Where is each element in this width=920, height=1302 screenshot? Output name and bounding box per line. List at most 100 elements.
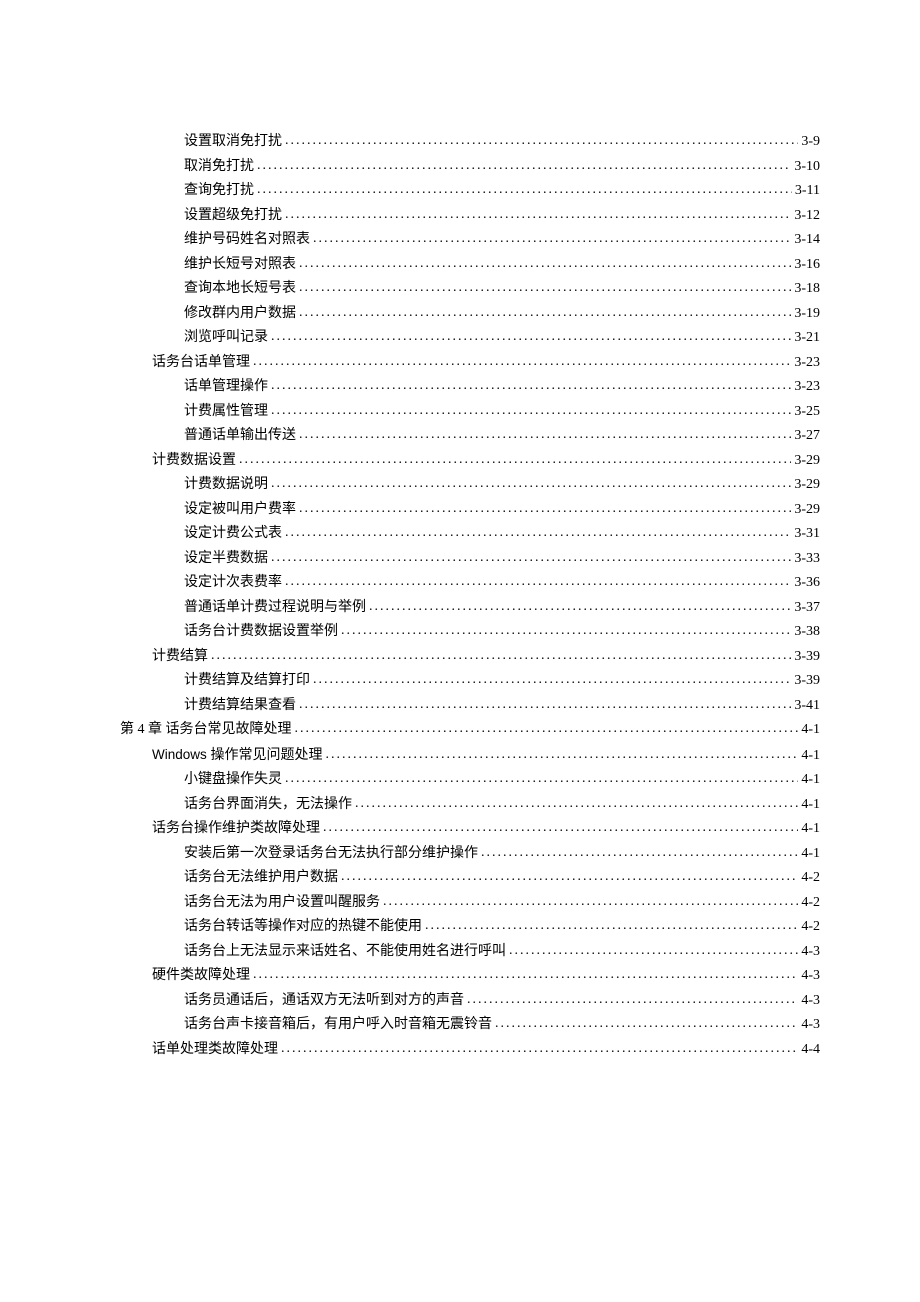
toc-entry[interactable]: 小键盘操作失灵 4-1 (120, 768, 820, 793)
toc-entry[interactable]: 话务台计费数据设置举例 3-38 (120, 620, 820, 645)
toc-page-number: 4-4 (801, 1038, 820, 1063)
toc-leader (285, 768, 798, 784)
toc-page-number: 3-9 (801, 130, 820, 155)
table-of-contents: 设置取消免打扰 3-9取消免打扰 3-10查询免打扰 3-11设置超级免打扰 3… (120, 130, 820, 1062)
toc-entry[interactable]: 计费结算 3-39 (120, 645, 820, 670)
toc-entry[interactable]: 话务台无法维护用户数据 4-2 (120, 866, 820, 891)
toc-entry[interactable]: 设定计费公式表 3-31 (120, 522, 820, 547)
toc-page-number: 3-36 (794, 571, 820, 596)
toc-entry[interactable]: 设置超级免打扰 3-12 (120, 204, 820, 229)
toc-title: 查询免打扰 (184, 179, 254, 204)
toc-leader (257, 179, 792, 195)
toc-title: 话务台话单管理 (152, 351, 250, 376)
toc-leader (271, 400, 791, 416)
toc-title: 设置超级免打扰 (184, 204, 282, 229)
toc-page-number: 3-37 (794, 596, 820, 621)
toc-page-number: 4-1 (801, 768, 820, 793)
toc-entry[interactable]: 第 4 章 话务台常见故障处理 4-1 (120, 718, 820, 743)
toc-title: 设定计费公式表 (184, 522, 282, 547)
toc-page-number: 3-33 (794, 547, 820, 572)
toc-page-number: 3-12 (794, 204, 820, 229)
toc-leader (257, 155, 791, 171)
toc-entry[interactable]: 安装后第一次登录话务台无法执行部分维护操作 4-1 (120, 842, 820, 867)
toc-page-number: 3-14 (794, 228, 820, 253)
toc-title: 小键盘操作失灵 (184, 768, 282, 793)
toc-leader (299, 277, 791, 293)
toc-page-number: 4-1 (801, 817, 820, 842)
toc-leader (299, 253, 791, 269)
toc-leader (481, 842, 798, 858)
toc-page-number: 4-3 (801, 964, 820, 989)
toc-leader (313, 228, 791, 244)
toc-entry[interactable]: 修改群内用户数据 3-19 (120, 302, 820, 327)
toc-entry[interactable]: 维护长短号对照表 3-16 (120, 253, 820, 278)
toc-page-number: 3-27 (794, 424, 820, 449)
toc-entry[interactable]: 设定被叫用户费率 3-29 (120, 498, 820, 523)
toc-entry[interactable]: 设定计次表费率 3-36 (120, 571, 820, 596)
toc-entry[interactable]: 硬件类故障处理 4-3 (120, 964, 820, 989)
toc-title: 话务台转话等操作对应的热键不能使用 (184, 915, 422, 940)
toc-title: 查询本地长短号表 (184, 277, 296, 302)
toc-leader (271, 473, 791, 489)
toc-title: Windows 操作常见问题处理 (152, 743, 323, 769)
toc-entry[interactable]: 计费属性管理 3-25 (120, 400, 820, 425)
toc-title: 修改群内用户数据 (184, 302, 296, 327)
toc-entry[interactable]: 查询本地长短号表 3-18 (120, 277, 820, 302)
toc-title: 计费数据说明 (184, 473, 268, 498)
toc-title: 话单管理操作 (184, 375, 268, 400)
toc-leader (253, 351, 791, 367)
toc-page-number: 4-2 (801, 915, 820, 940)
toc-title: 设定被叫用户费率 (184, 498, 296, 523)
toc-title: 话单处理类故障处理 (152, 1038, 278, 1063)
toc-leader (211, 645, 791, 661)
toc-leader (313, 669, 791, 685)
toc-title: 普通话单输出传送 (184, 424, 296, 449)
toc-leader (271, 326, 791, 342)
toc-page-number: 3-25 (794, 400, 820, 425)
toc-entry[interactable]: 查询免打扰 3-11 (120, 179, 820, 204)
toc-page-number: 3-38 (794, 620, 820, 645)
toc-entry[interactable]: 话务台上无法显示来话姓名、不能使用姓名进行呼叫 4-3 (120, 940, 820, 965)
toc-leader (271, 547, 791, 563)
toc-leader (253, 964, 798, 980)
toc-entry[interactable]: 维护号码姓名对照表 3-14 (120, 228, 820, 253)
toc-entry[interactable]: 话务员通话后，通话双方无法听到对方的声音 4-3 (120, 989, 820, 1014)
toc-entry[interactable]: 话务台转话等操作对应的热键不能使用 4-2 (120, 915, 820, 940)
toc-leader (299, 694, 791, 710)
toc-entry[interactable]: 话单管理操作 3-23 (120, 375, 820, 400)
toc-entry[interactable]: 话务台话单管理 3-23 (120, 351, 820, 376)
toc-entry[interactable]: 浏览呼叫记录 3-21 (120, 326, 820, 351)
toc-entry[interactable]: Windows 操作常见问题处理 4-1 (120, 743, 820, 769)
toc-title: 计费结算及结算打印 (184, 669, 310, 694)
toc-entry[interactable]: 话单处理类故障处理 4-4 (120, 1038, 820, 1063)
toc-entry[interactable]: 普通话单计费过程说明与举例 3-37 (120, 596, 820, 621)
toc-entry[interactable]: 计费结算及结算打印 3-39 (120, 669, 820, 694)
toc-page-number: 3-41 (794, 694, 820, 719)
toc-entry[interactable]: 话务台界面消失，无法操作 4-1 (120, 793, 820, 818)
toc-entry[interactable]: 计费数据说明 3-29 (120, 473, 820, 498)
toc-leader (509, 940, 798, 956)
toc-title: 话务台计费数据设置举例 (184, 620, 338, 645)
toc-title: 话务台无法维护用户数据 (184, 866, 338, 891)
toc-title: 话务台界面消失，无法操作 (184, 793, 352, 818)
toc-entry[interactable]: 普通话单输出传送 3-27 (120, 424, 820, 449)
toc-entry[interactable]: 设置取消免打扰 3-9 (120, 130, 820, 155)
toc-entry[interactable]: 计费结算结果查看 3-41 (120, 694, 820, 719)
toc-leader (299, 498, 791, 514)
toc-leader (355, 793, 798, 809)
toc-title: 安装后第一次登录话务台无法执行部分维护操作 (184, 842, 478, 867)
toc-title: 设定半费数据 (184, 547, 268, 572)
toc-page-number: 3-29 (794, 449, 820, 474)
toc-entry[interactable]: 计费数据设置 3-29 (120, 449, 820, 474)
toc-page-number: 4-3 (801, 940, 820, 965)
toc-entry[interactable]: 设定半费数据 3-33 (120, 547, 820, 572)
toc-title: 维护号码姓名对照表 (184, 228, 310, 253)
toc-leader (341, 620, 791, 636)
toc-page-number: 4-3 (801, 1013, 820, 1038)
toc-page-number: 3-23 (794, 375, 820, 400)
toc-entry[interactable]: 话务台声卡接音箱后，有用户呼入时音箱无震铃音 4-3 (120, 1013, 820, 1038)
toc-page-number: 3-29 (794, 498, 820, 523)
toc-entry[interactable]: 话务台无法为用户设置叫醒服务 4-2 (120, 891, 820, 916)
toc-entry[interactable]: 话务台操作维护类故障处理 4-1 (120, 817, 820, 842)
toc-entry[interactable]: 取消免打扰 3-10 (120, 155, 820, 180)
